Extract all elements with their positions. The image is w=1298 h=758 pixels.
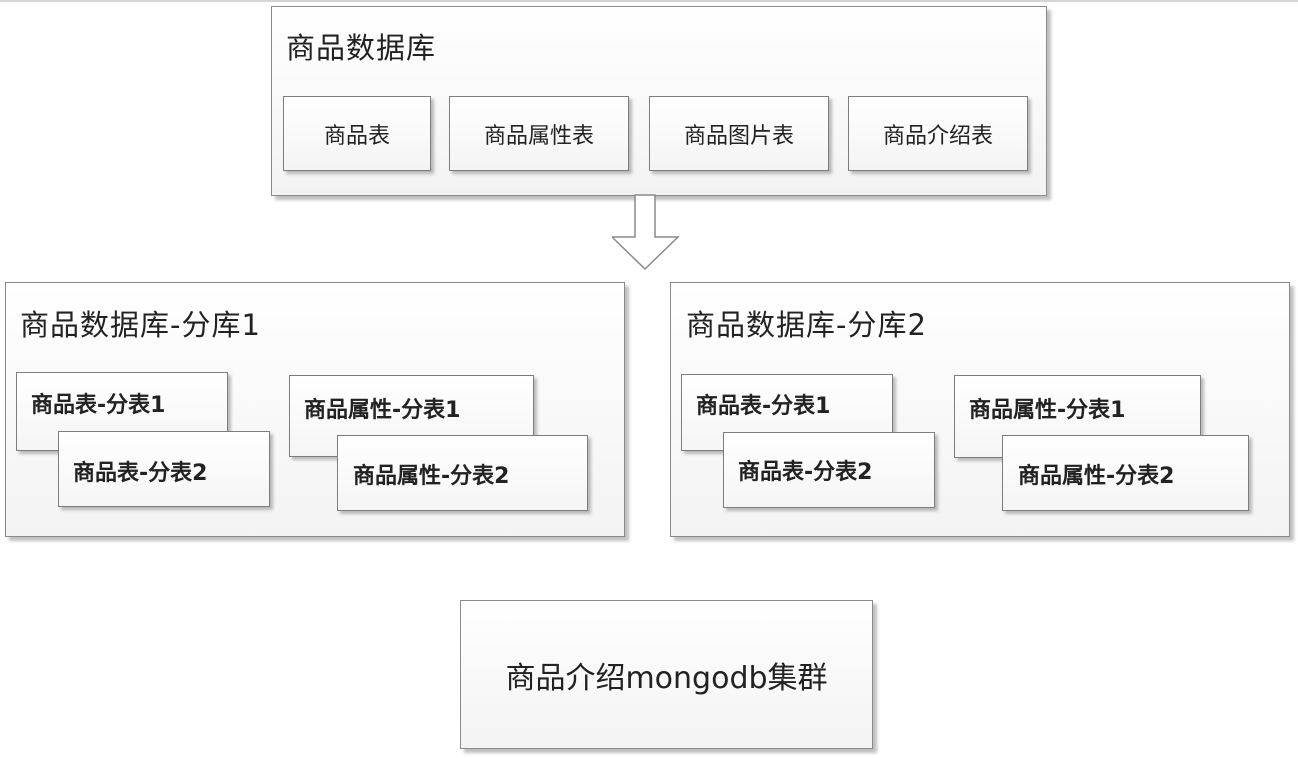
shard-label: 商品属性-分表1: [304, 398, 461, 423]
product-database-box: 商品数据库 商品表 商品属性表 商品图片表 商品介绍表: [271, 6, 1047, 196]
arrow-shape: [612, 194, 680, 271]
shard-label: 商品表-分表1: [696, 394, 831, 419]
shard-database-1-title: 商品数据库-分库1: [20, 308, 261, 342]
shard-db2-attribute-table-2: 商品属性-分表2: [1002, 435, 1249, 511]
product-table-node: 商品表: [283, 96, 431, 171]
shard-database-2-title: 商品数据库-分库2: [686, 308, 927, 342]
split-down-arrow: [612, 194, 680, 271]
mongodb-cluster-box: 商品介绍mongodb集群: [460, 600, 873, 749]
product-intro-table-node: 商品介绍表: [848, 96, 1028, 171]
shard-label: 商品表-分表2: [738, 460, 873, 485]
shard-database-1-box: 商品数据库-分库1 商品表-分表1 商品表-分表2 商品属性-分表1 商品属性-…: [5, 282, 625, 537]
shard-db1-attribute-table-2: 商品属性-分表2: [337, 435, 588, 511]
top-border-line: [0, 0, 1298, 2]
shard-label: 商品属性-分表2: [1018, 464, 1175, 489]
shard-db2-product-table-2: 商品表-分表2: [723, 432, 935, 508]
shard-database-2-box: 商品数据库-分库2 商品表-分表1 商品表-分表2 商品属性-分表1 商品属性-…: [670, 282, 1290, 537]
shard-label: 商品属性-分表2: [353, 464, 510, 489]
product-attribute-table-node: 商品属性表: [449, 96, 629, 171]
product-image-table-node: 商品图片表: [649, 96, 829, 171]
shard-db1-product-table-2: 商品表-分表2: [58, 431, 270, 507]
shard-label: 商品属性-分表1: [969, 398, 1126, 423]
product-database-title: 商品数据库: [286, 31, 437, 65]
shard-label: 商品表-分表2: [73, 461, 208, 486]
shard-label: 商品表-分表1: [31, 393, 166, 418]
